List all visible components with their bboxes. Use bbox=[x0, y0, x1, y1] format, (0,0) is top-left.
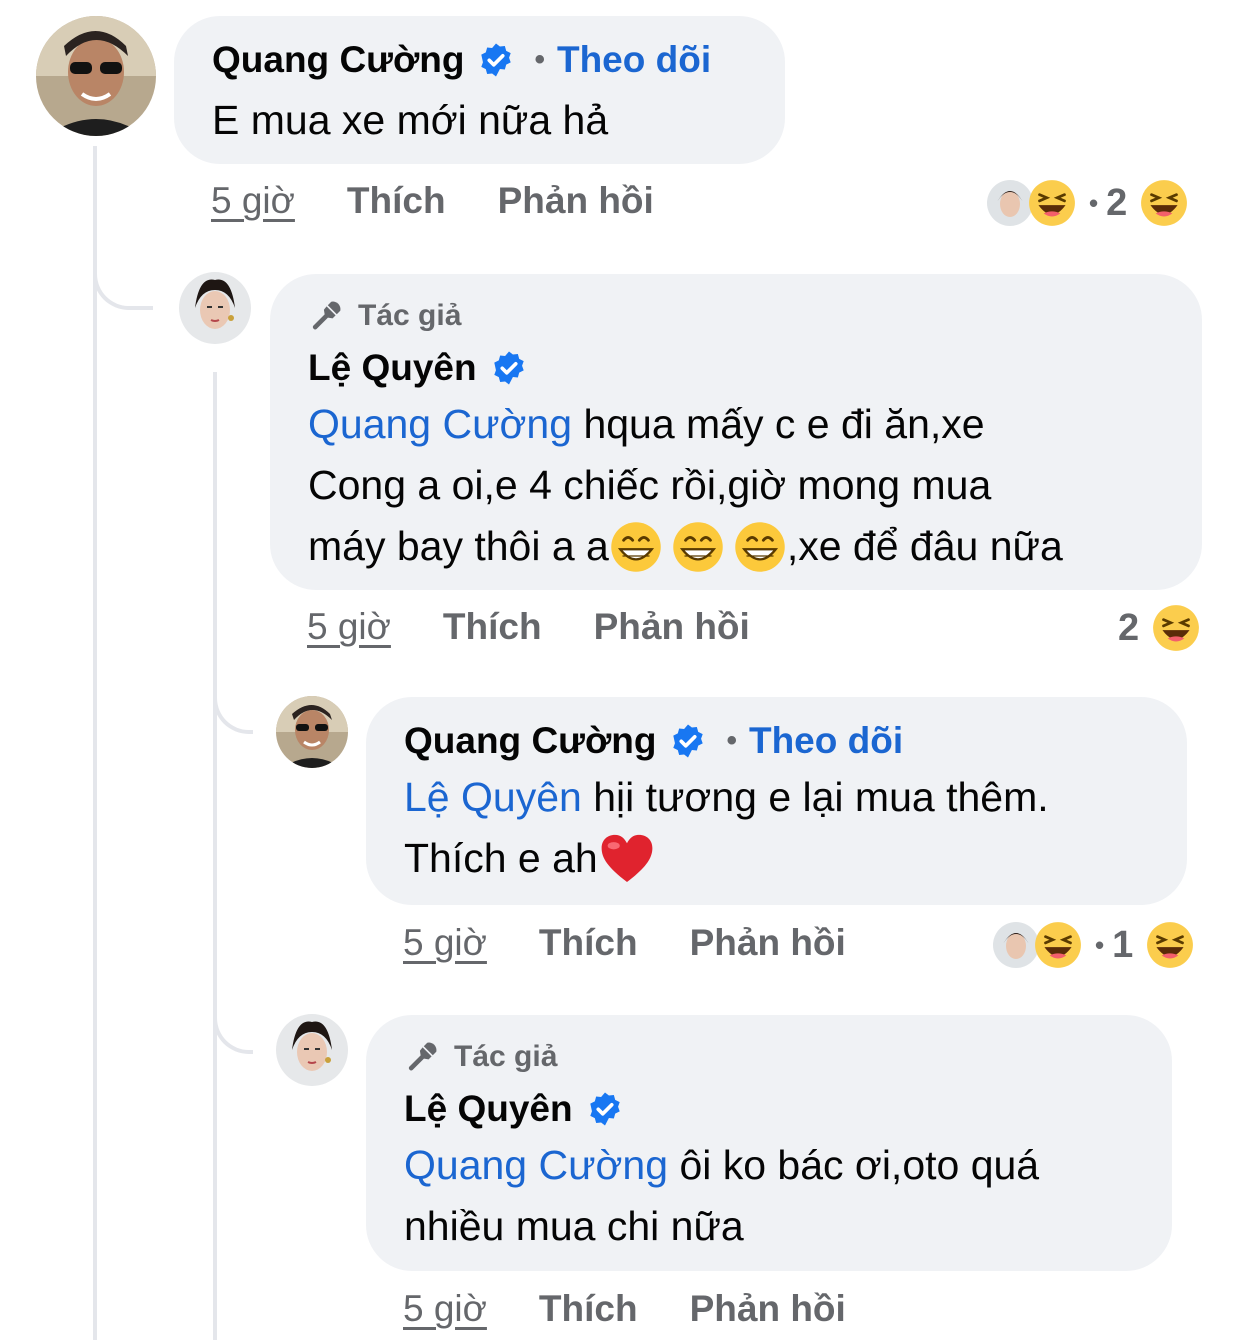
reply-button[interactable]: Phản hồi bbox=[690, 922, 846, 964]
reaction-count: 2 bbox=[1106, 181, 1128, 224]
grin-emoji-icon bbox=[673, 521, 723, 572]
reaction-count: 1 bbox=[1112, 923, 1134, 966]
comment-author-row: Quang Cường • Theo dõi bbox=[404, 719, 1187, 763]
comment-bubble: Quang Cường • Theo dõi E mua xe mới nữa … bbox=[174, 16, 785, 164]
like-button[interactable]: Thích bbox=[443, 606, 542, 648]
like-button[interactable]: Thích bbox=[539, 1288, 638, 1330]
microphone-icon bbox=[408, 1042, 437, 1071]
comment-bubble: Quang Cường • Theo dõi Lệ Quyên hịi tươn… bbox=[366, 697, 1187, 905]
avatar-quang-cuong[interactable] bbox=[276, 696, 348, 768]
heart-emoji-icon bbox=[601, 834, 653, 882]
like-button[interactable]: Thích bbox=[539, 922, 638, 964]
grin-emoji-icon bbox=[735, 521, 785, 572]
comment-text: Lệ Quyên hịi tương e lại mua thêm. Thích… bbox=[404, 767, 1187, 889]
comment-actions: 5 giờ Thích Phản hồi bbox=[403, 1288, 898, 1330]
thread-connector-1 bbox=[93, 230, 153, 310]
comment-author-row: Lệ Quyên bbox=[308, 346, 1202, 390]
comment-actions: 5 giờ Thích Phản hồi bbox=[307, 606, 802, 648]
comment-text: Quang Cường ôi ko bác ơi,oto quá nhiều m… bbox=[404, 1142, 1040, 1249]
thread-connector-3 bbox=[213, 980, 253, 1054]
comment-bubble: Tác giả Lệ Quyên Quang Cường hqua mấy c … bbox=[270, 274, 1202, 590]
avatar-quang-cuong[interactable] bbox=[36, 16, 156, 136]
microphone-icon bbox=[312, 301, 341, 330]
author-badge: Tác giả bbox=[404, 1039, 1172, 1075]
comment-text: Quang Cường hqua mấy c e đi ăn,xe Cong a… bbox=[308, 394, 1202, 577]
reaction-summary[interactable]: • 1 bbox=[993, 920, 1195, 970]
comment-bubble: Tác giả Lệ Quyên Quang Cường ôi ko bác ơ… bbox=[366, 1015, 1172, 1271]
avatar-le-quyen[interactable] bbox=[179, 272, 251, 344]
reply-button[interactable]: Phản hồi bbox=[690, 1288, 846, 1330]
thread-connector-2 bbox=[213, 660, 253, 734]
follow-button[interactable]: Theo dõi bbox=[749, 719, 903, 763]
comment-author-row: Lệ Quyên bbox=[404, 1087, 1172, 1131]
haha-reaction-icon bbox=[1147, 922, 1194, 968]
reply-button[interactable]: Phản hồi bbox=[594, 606, 750, 648]
reaction-separator: • bbox=[1095, 929, 1105, 960]
comment-time[interactable]: 5 giờ bbox=[403, 922, 487, 964]
mention-link[interactable]: Lệ Quyên bbox=[404, 774, 582, 820]
author-name[interactable]: Quang Cường bbox=[212, 38, 464, 82]
reaction-summary[interactable]: • 2 bbox=[987, 178, 1189, 228]
author-badge: Tác giả bbox=[308, 298, 1202, 334]
comment-actions: 5 giờ Thích Phản hồi bbox=[403, 922, 898, 964]
reaction-summary[interactable]: 2 bbox=[1118, 603, 1201, 653]
comment-text: E mua xe mới nữa hả bbox=[212, 97, 609, 143]
avatar-le-quyen[interactable] bbox=[276, 1014, 348, 1086]
verified-badge-icon bbox=[481, 43, 512, 77]
author-name[interactable]: Lệ Quyên bbox=[308, 346, 477, 390]
reaction-separator: • bbox=[1089, 187, 1099, 218]
follow-button[interactable]: Theo dõi bbox=[557, 38, 711, 82]
comment-author-row: Quang Cường • Theo dõi bbox=[212, 38, 785, 82]
verified-badge-icon bbox=[493, 351, 524, 385]
comment-time[interactable]: 5 giờ bbox=[403, 1288, 487, 1330]
comment-time[interactable]: 5 giờ bbox=[307, 606, 391, 648]
haha-reaction-icon bbox=[1153, 605, 1200, 651]
author-name[interactable]: Lệ Quyên bbox=[404, 1087, 573, 1131]
haha-reaction-icon bbox=[1035, 922, 1081, 968]
mention-link[interactable]: Quang Cường bbox=[308, 401, 572, 447]
verified-badge-icon bbox=[673, 724, 704, 758]
haha-reaction-icon bbox=[1029, 180, 1075, 226]
author-name[interactable]: Quang Cường bbox=[404, 719, 656, 763]
grin-emoji-icon bbox=[611, 521, 661, 572]
thread-line-sub bbox=[213, 372, 217, 1340]
comment-actions: 5 giờ Thích Phản hồi bbox=[211, 180, 706, 222]
separator-dot: • bbox=[534, 43, 545, 76]
reaction-count: 2 bbox=[1118, 606, 1140, 649]
haha-reaction-icon bbox=[1141, 180, 1188, 226]
reply-button[interactable]: Phản hồi bbox=[498, 180, 654, 222]
separator-dot: • bbox=[726, 724, 737, 757]
mention-link[interactable]: Quang Cường bbox=[404, 1142, 668, 1188]
thread-line-main bbox=[93, 146, 97, 1340]
verified-badge-icon bbox=[589, 1092, 620, 1126]
like-button[interactable]: Thích bbox=[347, 180, 446, 222]
comment-time[interactable]: 5 giờ bbox=[211, 180, 295, 222]
